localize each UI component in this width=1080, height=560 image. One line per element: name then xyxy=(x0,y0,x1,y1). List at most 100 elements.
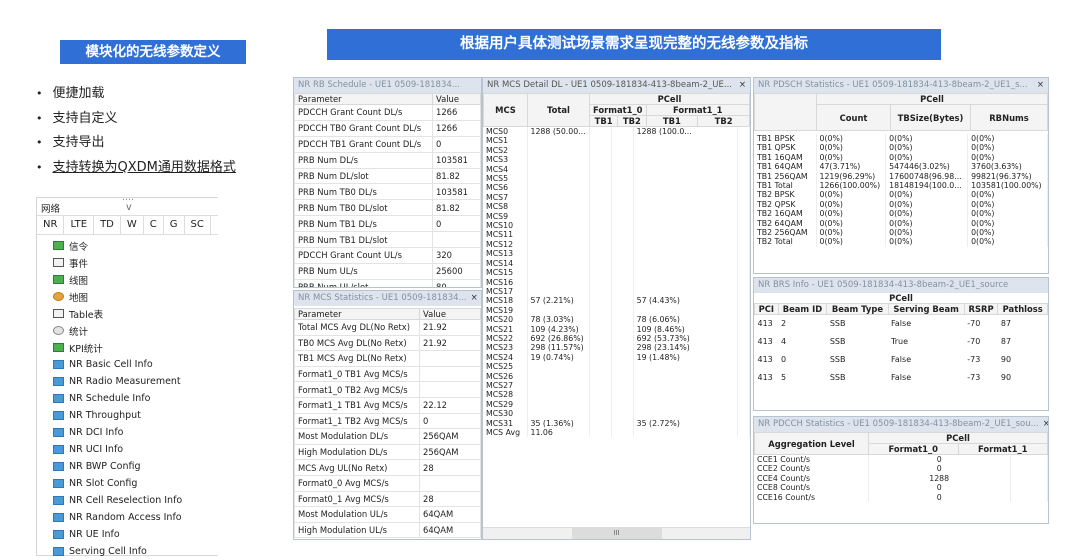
table-row[interactable]: MCS17 xyxy=(483,286,750,297)
table-row[interactable]: MCS26 xyxy=(483,371,750,381)
tree-item[interactable]: 统计 xyxy=(37,322,218,339)
table-row[interactable]: MCS8 xyxy=(483,202,750,212)
tree-item[interactable]: 地图 xyxy=(37,288,218,305)
tree-item[interactable]: NR Radio Measurement xyxy=(37,373,218,390)
table-row[interactable]: MCS9 xyxy=(483,211,750,222)
tree-item[interactable]: KPI统计 xyxy=(37,339,218,356)
table-row[interactable]: Format1_1 TB1 Avg MCS/s 22.12 xyxy=(294,396,481,414)
table-row[interactable]: MCS24 19 (0.74%) 19 (1.48%) xyxy=(483,352,750,363)
table-row[interactable]: MCS20 78 (3.03%) 78 (6.06%) xyxy=(483,315,750,325)
column-header[interactable]: Beam ID xyxy=(777,303,828,315)
table-row[interactable]: MCS0 1288 (50.00... 1288 (100.0... xyxy=(483,127,750,137)
table-row[interactable]: 413 5 SSB False -73 90 xyxy=(755,369,1048,387)
column-header[interactable]: Serving Beam xyxy=(887,303,965,315)
tab-lte[interactable]: LTE xyxy=(64,216,95,234)
table-row[interactable]: CCE16 Count/s 0 xyxy=(754,492,1048,503)
tree-item[interactable]: NR DCI Info xyxy=(37,424,218,441)
table-row[interactable]: PDCCH TB1 Grant Count DL/s 0 xyxy=(294,135,481,153)
window-title-bar[interactable]: NR RB Schedule - UE1 0509-181834... xyxy=(294,78,481,93)
table-row[interactable]: High Modulation UL/s 64QAM xyxy=(294,521,481,539)
table-row[interactable]: MCS23 298 (11.57%) 298 (23.14%) xyxy=(483,343,750,353)
table-row[interactable]: MCS18 57 (2.21%) 57 (4.43%) xyxy=(483,296,750,306)
table-row[interactable]: MCS3 xyxy=(483,155,750,165)
table-row[interactable]: MCS Avg UL(No Retx) 28 xyxy=(294,459,481,476)
column-header[interactable]: Parameter xyxy=(294,308,420,320)
table-row[interactable]: PRB Num TB0 DL/s 103581 xyxy=(294,183,481,201)
table-row[interactable]: TB1 Total 1266(100.00%) 18148194(100.0... 1… xyxy=(754,181,1048,191)
table-row[interactable]: TB1 16QAM 0(0%) 0(0%) 0(0%) xyxy=(754,152,1048,163)
table-row[interactable]: TB1 256QAM 1219(96.29%) 17600748(96.98... 9… xyxy=(754,171,1048,182)
table-row[interactable]: MCS31 35 (1.36%) 35 (2.72%) xyxy=(483,418,750,428)
column-header[interactable]: Value xyxy=(432,93,481,105)
column-header[interactable]: Pathloss xyxy=(997,303,1048,315)
tree-item[interactable]: NR Slot Config xyxy=(37,475,218,492)
window-title-bar[interactable]: NR PDCCH Statistics - UE1 0509-181834-41… xyxy=(754,417,1048,432)
column-header[interactable]: RBNums xyxy=(970,104,1048,131)
table-row[interactable]: MCS16 xyxy=(483,277,750,287)
table-row[interactable]: PRB Num UL/slot 80 xyxy=(294,278,481,287)
close-icon[interactable]: × xyxy=(739,80,746,91)
table-row[interactable]: MCS Avg 11.06 xyxy=(483,428,750,438)
column-header[interactable]: Count xyxy=(816,104,891,131)
table-row[interactable]: MCS14 xyxy=(483,258,750,269)
table-row[interactable]: Format0_0 Avg MCS/s xyxy=(294,474,481,492)
table-row[interactable]: Total MCS Avg DL(No Retx) 21.92 xyxy=(294,319,481,336)
tree-item[interactable]: NR Throughput xyxy=(37,407,218,424)
column-header[interactable]: TBSize(Bytes) xyxy=(890,104,971,131)
tab-nr[interactable]: NR xyxy=(37,216,65,234)
table-row[interactable]: High Modulation DL/s 256QAM xyxy=(294,443,481,461)
column-header[interactable]: PCI xyxy=(754,303,779,315)
table-row[interactable]: MCS28 xyxy=(483,390,750,400)
tree-item[interactable]: 信令 xyxy=(37,237,218,254)
table-row[interactable]: TB2 256QAM 0(0%) 0(0%) 0(0%) xyxy=(754,228,1048,238)
tab-td[interactable]: TD xyxy=(94,216,121,234)
table-row[interactable]: CCE2 Count/s 0 xyxy=(754,464,1048,474)
table-row[interactable]: 413 2 SSB False -70 87 xyxy=(755,315,1048,333)
window-title-bar[interactable]: NR MCS Detail DL - UE1 0509-181834-413-8… xyxy=(483,78,750,93)
tree-item[interactable]: Serving Cell Info xyxy=(37,543,218,560)
column-header-mcs[interactable]: MCS xyxy=(483,93,528,127)
table-row[interactable]: Format0_1 Avg MCS/s 28 xyxy=(294,490,481,508)
tab-c[interactable]: C xyxy=(144,216,164,234)
table-row[interactable]: MCS2 xyxy=(483,145,750,156)
table-row[interactable]: MCS15 xyxy=(483,268,750,278)
table-row[interactable]: 413 4 SSB True -70 87 xyxy=(755,333,1048,351)
window-title-bar[interactable]: NR BRS Info - UE1 0509-181834-413-8beam-… xyxy=(754,278,1048,293)
column-header[interactable]: Parameter xyxy=(294,93,433,105)
table-row[interactable]: PRB Num TB0 DL/slot 81.82 xyxy=(294,199,481,217)
table-row[interactable]: Format1_0 TB2 Avg MCS/s xyxy=(294,381,481,398)
table-row[interactable]: 413 0 SSB False -73 90 xyxy=(755,351,1048,369)
column-header-total[interactable]: Total xyxy=(527,93,590,127)
tree-item[interactable]: NR Random Access Info xyxy=(37,509,218,526)
table-row[interactable]: MCS21 109 (4.23%) 109 (8.46%) xyxy=(483,324,750,334)
table-row[interactable]: CCE8 Count/s 0 xyxy=(754,483,1048,493)
format1-1-header[interactable]: Format1_1 xyxy=(957,443,1048,455)
table-row[interactable]: Most Modulation DL/s 256QAM xyxy=(294,428,481,445)
table-row[interactable]: MCS29 xyxy=(483,399,750,410)
table-row[interactable]: TB2 64QAM 0(0%) 0(0%) 0(0%) xyxy=(754,218,1048,229)
table-row[interactable]: PRB Num TB1 DL/s 0 xyxy=(294,215,481,233)
table-row[interactable]: TB1 64QAM 47(3.71%) 547446(3.02%) 3760(3.63… xyxy=(754,162,1048,172)
tree-item[interactable]: 线图 xyxy=(37,271,218,288)
table-row[interactable]: MCS22 692 (26.86%) 692 (53.73%) xyxy=(483,333,750,344)
table-row[interactable]: MCS13 xyxy=(483,249,750,259)
table-row[interactable]: MCS19 xyxy=(483,305,750,316)
format1-0-header[interactable]: Format1_0 xyxy=(868,443,959,455)
table-row[interactable]: TB1 MCS Avg DL(No Retx) xyxy=(294,350,481,367)
tree-item[interactable]: NR BWP Config xyxy=(37,458,218,475)
close-icon[interactable]: × xyxy=(1037,80,1044,91)
table-row[interactable]: MCS7 xyxy=(483,192,750,203)
close-icon[interactable]: × xyxy=(471,293,478,304)
table-row[interactable]: CCE4 Count/s 1288 xyxy=(754,473,1048,484)
chevron-down-icon[interactable]: v xyxy=(126,202,132,213)
table-row[interactable]: MCS5 xyxy=(483,174,750,184)
horizontal-scrollbar[interactable]: III xyxy=(483,527,750,539)
table-row[interactable]: PRB Num TB1 DL/slot xyxy=(294,231,481,249)
table-row[interactable]: TB1 BPSK 0(0%) 0(0%) 0(0%) xyxy=(754,134,1048,144)
close-icon[interactable]: × xyxy=(1043,419,1048,430)
tab-sc[interactable]: SC xyxy=(185,216,211,234)
table-row[interactable]: PRB Num UL/s 25600 xyxy=(294,262,481,280)
table-row[interactable]: TB2 BPSK 0(0%) 0(0%) 0(0%) xyxy=(754,190,1048,200)
tree-item[interactable]: NR UCI Info xyxy=(37,441,218,458)
table-row[interactable]: TB1 QPSK 0(0%) 0(0%) 0(0%) xyxy=(754,143,1048,153)
